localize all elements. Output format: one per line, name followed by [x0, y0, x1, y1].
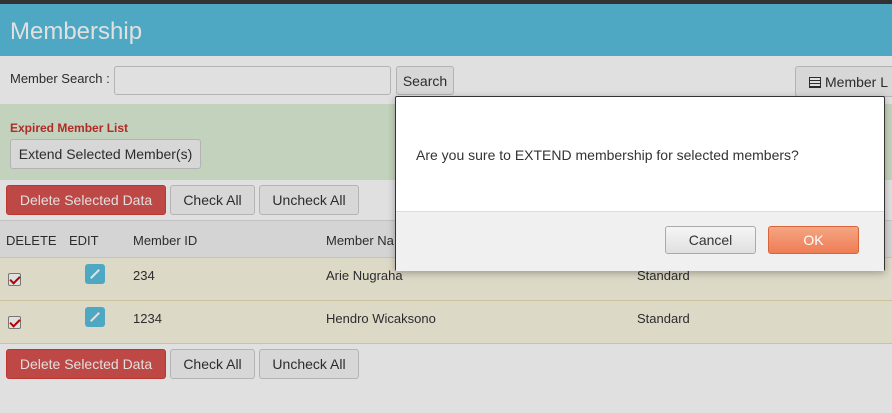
ok-button[interactable]: OK — [768, 226, 859, 254]
dialog-body: Are you sure to EXTEND membership for se… — [396, 97, 884, 211]
confirm-dialog: Are you sure to EXTEND membership for se… — [395, 96, 885, 271]
cancel-button[interactable]: Cancel — [665, 226, 756, 254]
dialog-message: Are you sure to EXTEND membership for se… — [416, 147, 799, 163]
dialog-footer: Cancel OK — [396, 211, 884, 271]
